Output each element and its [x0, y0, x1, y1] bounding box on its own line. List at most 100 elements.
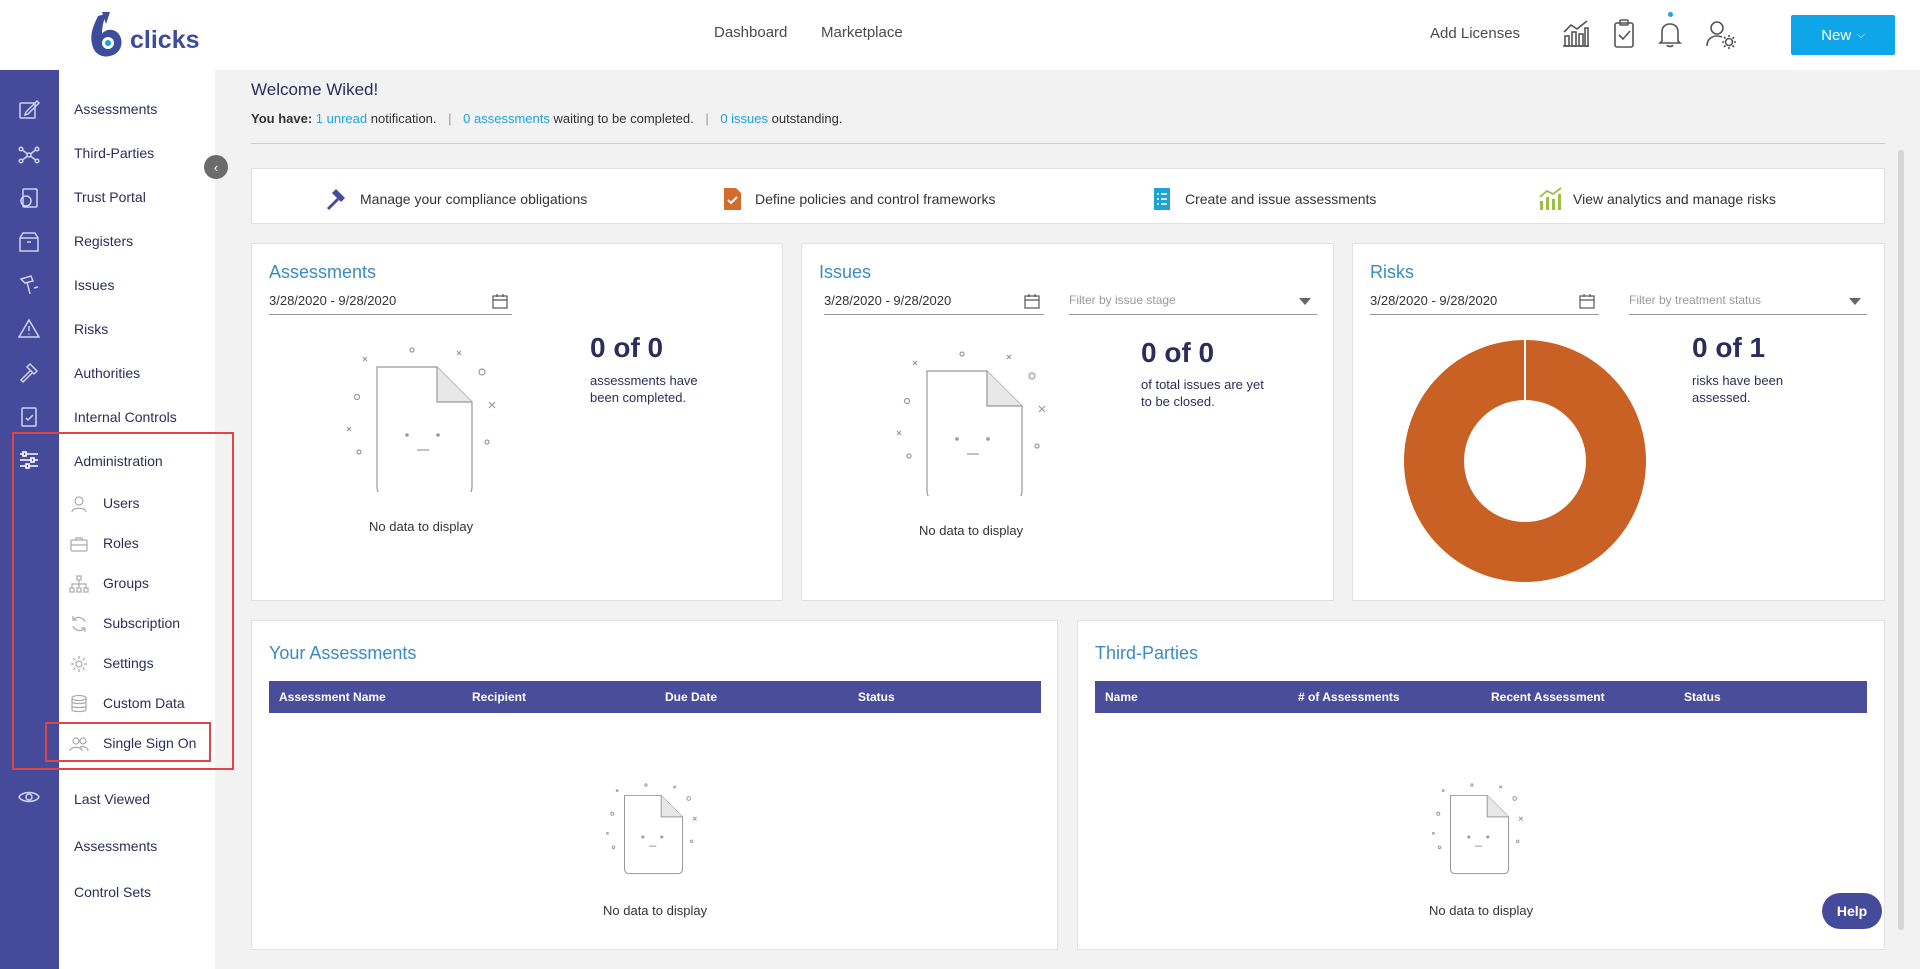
share-nodes-icon[interactable] [17, 143, 41, 167]
risks-donut-chart [1404, 340, 1646, 582]
third-parties-card: Third-Parties Name # of Assessments Rece… [1077, 620, 1885, 950]
welcome-title: Welcome Wiked! [251, 80, 379, 99]
treatment-status-filter-placeholder: Filter by treatment status [1629, 293, 1762, 307]
document-check-icon [724, 188, 741, 210]
assessments-date-range[interactable]: 3/28/2020 - 9/28/2020 [269, 293, 512, 315]
clipboard-check-icon[interactable] [17, 404, 41, 428]
risks-stat-caption: risks have been assessed. [1692, 373, 1784, 405]
assessments-stat: 0 of 0 [590, 332, 664, 363]
analytics-chart-icon [1539, 187, 1562, 210]
page-scrollbar[interactable] [1898, 150, 1904, 930]
assessments-card-title: Assessments [269, 262, 377, 282]
calendar-icon [492, 294, 508, 309]
task-clipboard-icon[interactable] [1608, 18, 1640, 50]
column-assessment-name[interactable]: Assessment Name [279, 690, 386, 704]
help-button[interactable]: Help [1822, 893, 1882, 929]
warning-icon[interactable] [17, 317, 41, 341]
column-due-date[interactable]: Due Date [665, 690, 717, 704]
sidebar-item-internal-controls[interactable]: Internal Controls [74, 409, 177, 425]
assessments-link[interactable]: 0 assessments [463, 111, 550, 126]
column-status[interactable]: Status [858, 690, 895, 704]
logo-icon [91, 12, 122, 57]
your-assessments-title: Your Assessments [269, 643, 417, 663]
top-bar: clicks Dashboard Marketplace Add License… [0, 0, 1920, 70]
column-name[interactable]: Name [1105, 690, 1138, 704]
eye-icon[interactable] [17, 785, 41, 809]
treatment-status-filter[interactable]: Filter by treatment status [1629, 293, 1867, 315]
risks-stat: 0 of 1 [1692, 332, 1766, 363]
calendar-icon [1024, 294, 1040, 309]
nav-marketplace[interactable]: Marketplace [821, 24, 903, 41]
issue-stage-filter-placeholder: Filter by issue stage [1069, 293, 1176, 307]
sidebar-item-assessments[interactable]: Assessments [74, 101, 157, 117]
welcome-summary: You have: 1 unread notification. | 0 ass… [251, 111, 843, 126]
column-status[interactable]: Status [1684, 690, 1721, 704]
your-assessments-card: Your Assessments Assessment Name Recipie… [251, 620, 1058, 950]
assessments-card: Assessments 3/28/2020 - 9/28/2020 No dat… [251, 243, 783, 601]
issues-date-text: 3/28/2020 - 9/28/2020 [824, 293, 952, 308]
calendar-icon [1579, 294, 1595, 309]
sidebar-item-authorities[interactable]: Authorities [74, 365, 140, 381]
issues-card-title: Issues [819, 262, 872, 282]
sidebar-collapse-button[interactable]: ‹ [204, 155, 228, 179]
gavel-icon [327, 189, 345, 210]
your-assessments-no-data: No data to display [603, 903, 708, 918]
user-settings-icon[interactable] [1705, 18, 1737, 50]
logo[interactable]: clicks [88, 10, 200, 60]
shield-icon[interactable] [17, 186, 41, 210]
risks-date-text: 3/28/2020 - 9/28/2020 [1370, 293, 1498, 308]
issues-link[interactable]: 0 issues [720, 111, 768, 126]
unread-link[interactable]: 1 unread [316, 111, 367, 126]
feature-assessments-label: Create and issue assessments [1185, 191, 1377, 207]
edit-icon[interactable] [17, 98, 41, 122]
your-assessments-table-header: Assessment Name Recipient Due Date Statu… [269, 681, 1041, 713]
sidebar-item-issues[interactable]: Issues [74, 277, 114, 293]
column-recipient[interactable]: Recipient [472, 690, 526, 704]
last-viewed-heading: Last Viewed [74, 791, 151, 807]
hammer-icon[interactable] [17, 273, 41, 297]
notification-dot [1668, 12, 1673, 17]
administration-highlight [12, 432, 234, 770]
issue-stage-filter[interactable]: Filter by issue stage [1069, 293, 1317, 315]
gavel-icon[interactable] [17, 361, 41, 385]
analytics-icon[interactable] [1559, 18, 1591, 50]
third-parties-table-header: Name # of Assessments Recent Assessment … [1095, 681, 1867, 713]
assessments-date-text: 3/28/2020 - 9/28/2020 [269, 293, 397, 308]
risks-card: Risks 3/28/2020 - 9/28/2020 Filter by tr… [1352, 243, 1885, 601]
new-button-label: New [1821, 26, 1852, 44]
feature-policies[interactable]: Define policies and control frameworks [719, 186, 995, 212]
recent-item-control-sets[interactable]: Control Sets [74, 884, 151, 900]
chevron-down-icon: ⌵ [1857, 29, 1865, 41]
separator: | [448, 111, 452, 126]
feature-compliance[interactable]: Manage your compliance obligations [324, 186, 587, 212]
risks-card-title: Risks [1370, 262, 1414, 282]
nav-dashboard[interactable]: Dashboard [714, 24, 787, 41]
column-num-assessments[interactable]: # of Assessments [1298, 690, 1400, 704]
divider [251, 143, 1885, 144]
chevron-left-icon: ‹ [213, 159, 219, 175]
issues-text: outstanding. [771, 111, 843, 126]
sidebar-item-registers[interactable]: Registers [74, 233, 133, 249]
new-button[interactable]: New ⌵ [1791, 15, 1895, 55]
issues-card: Issues 3/28/2020 - 9/28/2020 Filter by i… [801, 243, 1334, 601]
box-icon[interactable] [17, 230, 41, 254]
feature-analytics[interactable]: View analytics and manage risks [1537, 186, 1776, 212]
bell-icon[interactable] [1654, 18, 1686, 50]
feature-compliance-label: Manage your compliance obligations [360, 191, 588, 207]
assessments-stat-caption: assessments have been completed. [590, 373, 698, 405]
assessments-text: waiting to be completed. [553, 111, 694, 126]
column-recent-assessment[interactable]: Recent Assessment [1491, 690, 1605, 704]
empty-document-illustration [896, 351, 1046, 496]
caret-down-icon [1849, 298, 1861, 305]
feature-assessments[interactable]: Create and issue assessments [1149, 186, 1376, 212]
add-licenses-link[interactable]: Add Licenses [1430, 25, 1520, 42]
empty-document-illustration [1431, 783, 1523, 875]
sidebar-item-risks[interactable]: Risks [74, 321, 108, 337]
issues-date-range[interactable]: 3/28/2020 - 9/28/2020 [824, 293, 1044, 315]
risks-date-range[interactable]: 3/28/2020 - 9/28/2020 [1370, 293, 1599, 315]
sidebar-item-trust-portal[interactable]: Trust Portal [74, 189, 146, 205]
recent-item-assessments[interactable]: Assessments [74, 838, 157, 854]
issues-stat-caption: of total issues are yet to be closed. [1141, 377, 1264, 409]
feature-policies-label: Define policies and control frameworks [755, 191, 996, 207]
sidebar-item-third-parties[interactable]: Third-Parties [74, 145, 154, 161]
